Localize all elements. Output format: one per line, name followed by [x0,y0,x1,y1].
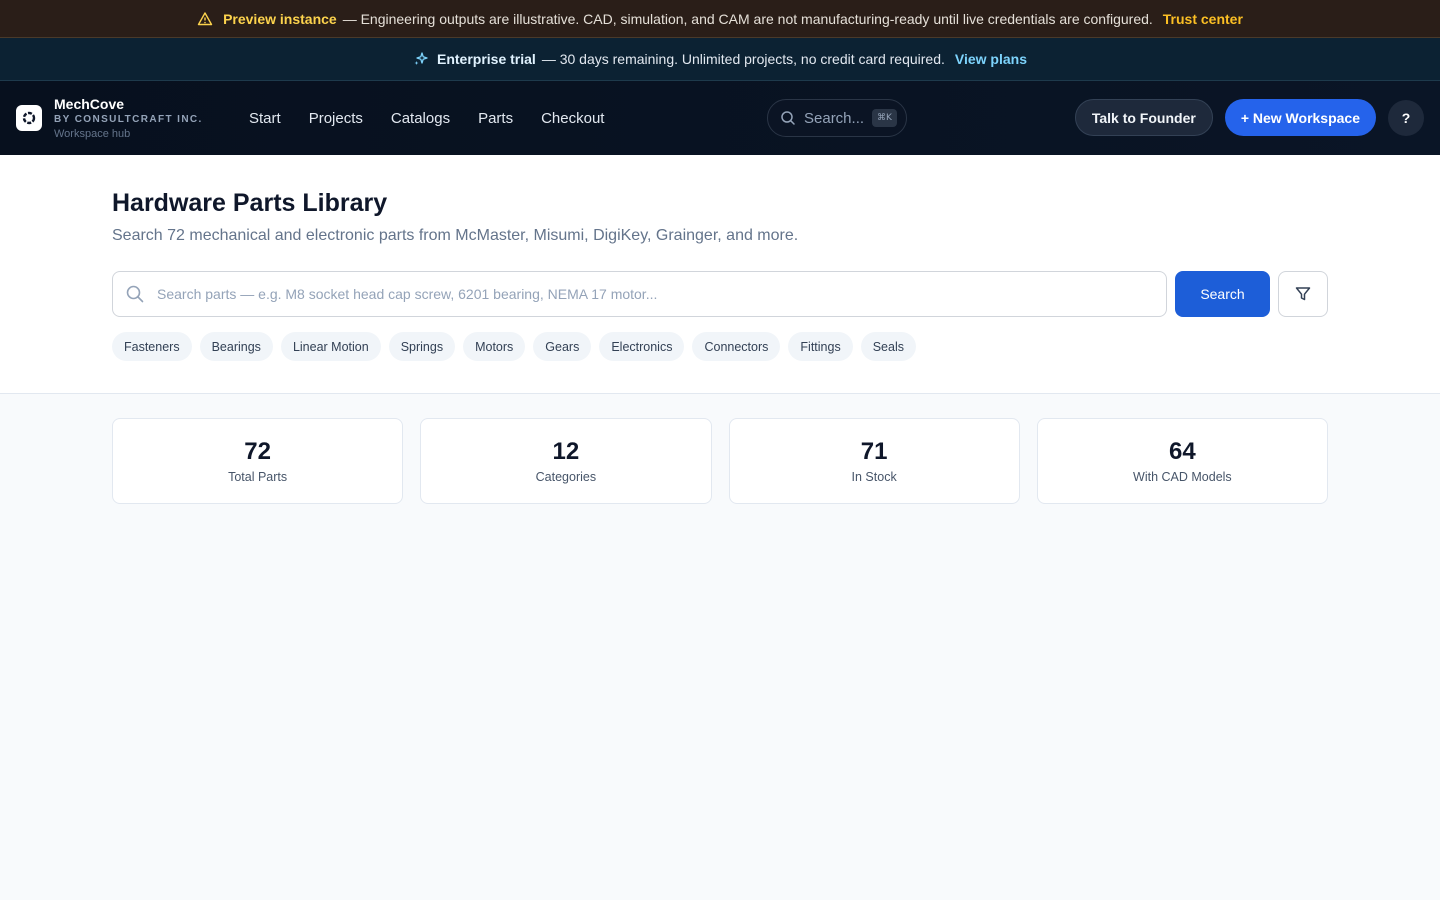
chip-motors[interactable]: Motors [463,332,526,361]
chip-fittings[interactable]: Fittings [788,332,853,361]
brand-company: BY CONSULTCRAFT INC. [54,113,203,125]
nav-link-catalogs[interactable]: Catalogs [377,110,464,127]
stat-label: In Stock [851,470,897,484]
warning-icon [197,11,213,27]
stat-value: 72 [244,438,271,465]
chip-springs[interactable]: Springs [388,332,456,361]
brand[interactable]: MechCove BY CONSULTCRAFT INC. Workspace … [16,96,235,141]
stat-card-in-stock: 71 In Stock [728,418,1020,504]
brand-name: MechCove [54,95,125,112]
trial-banner-title: Enterprise trial [436,51,536,67]
search-button[interactable]: Search [1175,271,1270,317]
new-workspace-button[interactable]: + New Workspace [1224,99,1376,136]
global-search[interactable]: Search... ⌘K [767,99,907,137]
chip-bearings[interactable]: Bearings [199,332,273,361]
chip-electronics[interactable]: Electronics [599,332,685,361]
nav-link-checkout[interactable]: Checkout [527,110,618,127]
nav-link-parts[interactable]: Parts [464,110,527,127]
global-search-placeholder: Search... [804,109,865,127]
parts-search-placeholder: Search parts — e.g. M8 socket head cap s… [157,286,658,302]
stats-row: 72 Total Parts 12 Categories 71 In Stock… [0,394,1440,504]
search-icon [780,110,796,126]
chip-seals[interactable]: Seals [860,332,916,361]
stat-label: With CAD Models [1133,470,1232,484]
brand-subtitle: Workspace hub [54,127,131,140]
sparkles-icon [413,51,429,67]
chip-fasteners[interactable]: Fasteners [112,332,192,361]
talk-to-founder-button[interactable]: Talk to Founder [1074,99,1213,136]
search-shortcut: ⌘K [872,109,897,127]
nav-link-projects[interactable]: Projects [295,110,377,127]
category-chips: Fasteners Bearings Linear Motion Springs… [112,332,1328,361]
parts-library-header: Hardware Parts Library Search 72 mechani… [0,155,1440,394]
filter-icon [1294,285,1312,303]
preview-banner: Preview instance — Engineering outputs a… [0,0,1440,38]
brand-logo-icon [16,105,42,131]
parts-search-input[interactable]: Search parts — e.g. M8 socket head cap s… [112,271,1167,317]
chip-linear-motion[interactable]: Linear Motion [280,332,381,361]
nav-actions: Talk to Founder + New Workspace ? [1074,99,1424,136]
chip-gears[interactable]: Gears [533,332,592,361]
chip-connectors[interactable]: Connectors [692,332,781,361]
preview-banner-title: Preview instance [223,10,337,27]
stat-card-cad-models: 64 With CAD Models [1036,418,1328,504]
top-navigation: MechCove BY CONSULTCRAFT INC. Workspace … [0,81,1440,155]
parts-search-row: Search parts — e.g. M8 socket head cap s… [112,271,1328,317]
stat-value: 64 [1169,438,1196,465]
page-title: Hardware Parts Library [112,189,388,217]
stat-card-categories: 12 Categories [420,418,712,504]
search-icon [125,284,145,304]
view-plans-link[interactable]: View plans [955,51,1027,67]
filter-button[interactable] [1278,271,1328,317]
trust-center-link[interactable]: Trust center [1163,11,1243,27]
stat-value: 12 [552,438,580,465]
nav-links: Start Projects Catalogs Parts Checkout [235,110,618,127]
trial-banner-text: — 30 days remaining. Unlimited projects,… [541,51,945,67]
preview-banner-text: — Engineering outputs are illustrative. … [342,10,1153,27]
nav-link-start[interactable]: Start [235,110,295,127]
stat-label: Total Parts [228,470,288,484]
page-subtitle: Search 72 mechanical and electronic part… [112,227,799,244]
stat-label: Categories [535,470,597,484]
stat-value: 71 [860,438,888,465]
stat-card-total-parts: 72 Total Parts [112,418,404,504]
help-button[interactable]: ? [1388,99,1424,136]
trial-banner: Enterprise trial — 30 days remaining. Un… [0,38,1440,81]
